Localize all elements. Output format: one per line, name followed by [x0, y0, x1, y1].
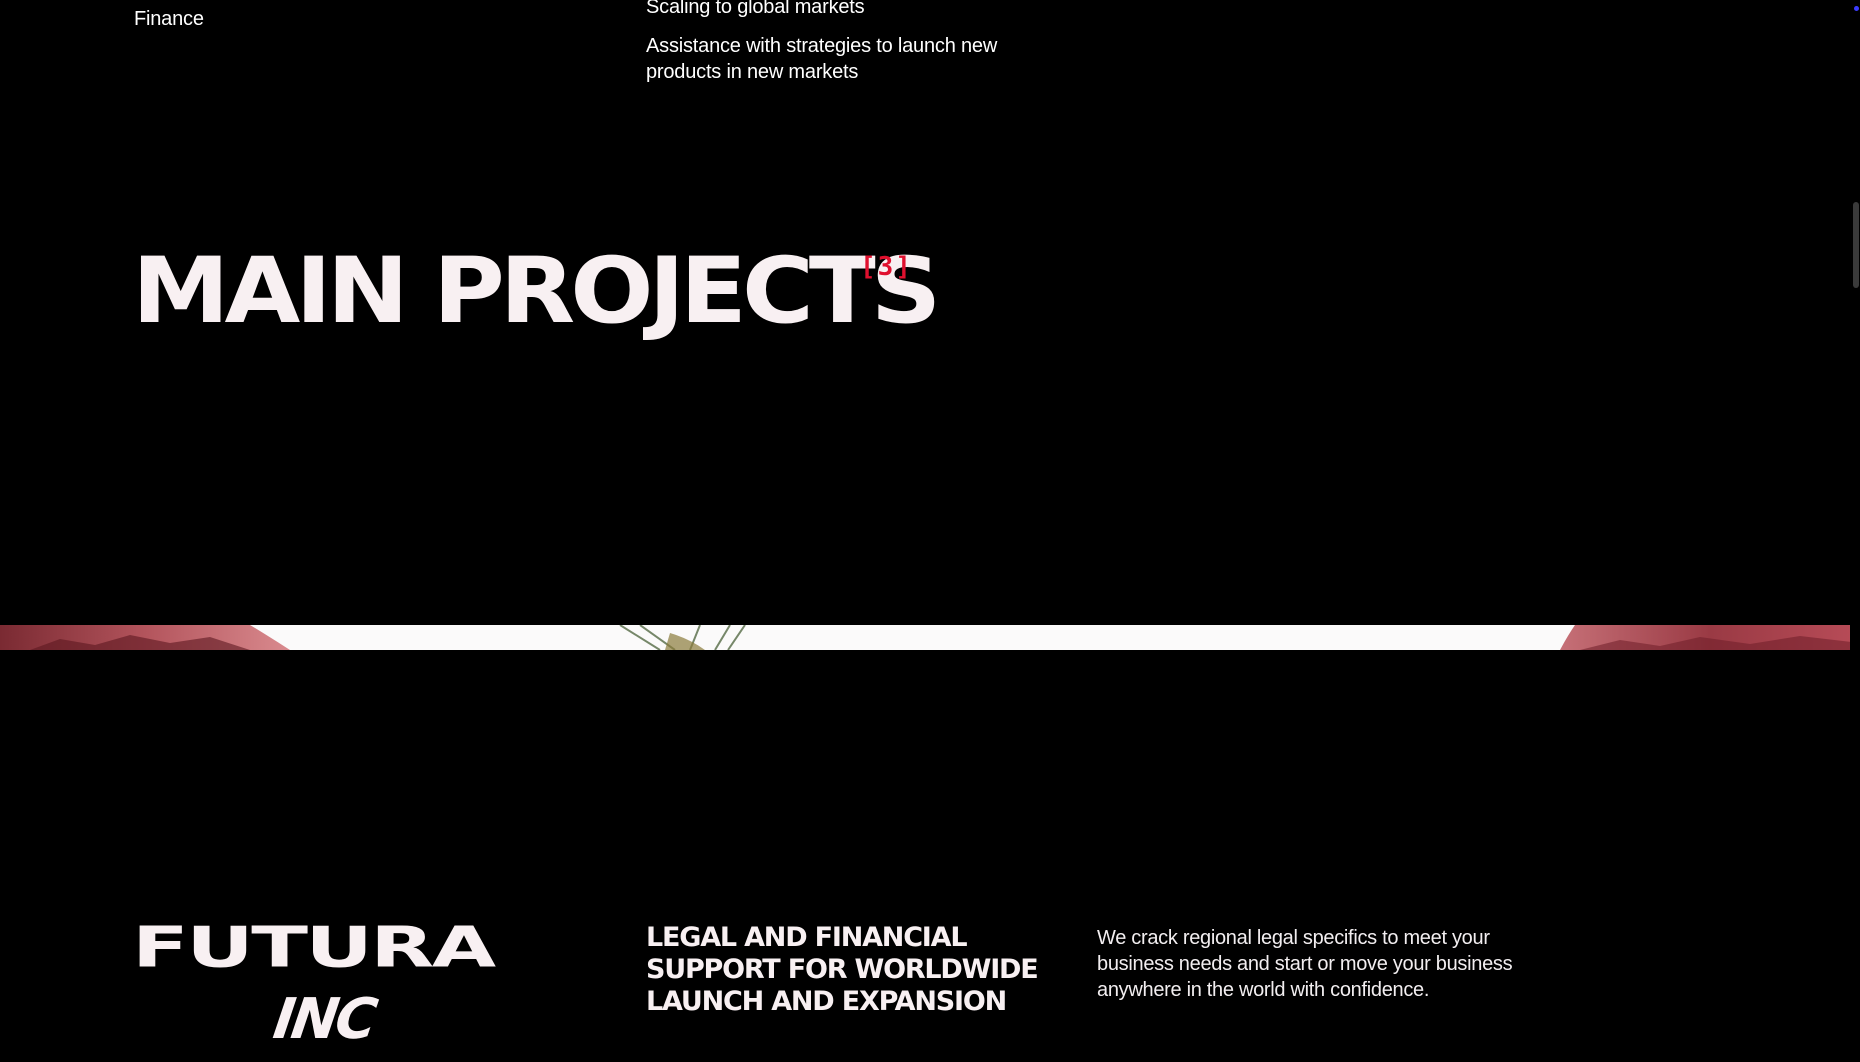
scrollbar[interactable]: [1850, 0, 1860, 1062]
project-description: We crack regional legal specifics to mee…: [1097, 927, 1513, 1001]
project-image: [0, 625, 1860, 650]
project-count-badge: [3]: [860, 252, 913, 282]
section-title: MAIN PROJECTS: [132, 238, 941, 345]
project-logo-futura[interactable]: FUTURA: [132, 920, 496, 976]
project-logo-inc[interactable]: INC: [270, 987, 379, 1052]
project-image-strip[interactable]: [0, 625, 1860, 650]
service-item: Assistance with strategies to launch new…: [646, 35, 998, 83]
project-heading: LEGAL AND FINANCIAL SUPPORT FOR WORLDWID…: [646, 922, 1039, 1017]
service-item: Scaling to global markets: [646, 0, 865, 18]
indicator-dot-icon: [1854, 6, 1859, 11]
service-category: Finance: [134, 8, 204, 30]
page: Finance Scaling to global markets Assist…: [0, 0, 1860, 1062]
scrollbar-thumb[interactable]: [1853, 202, 1859, 288]
